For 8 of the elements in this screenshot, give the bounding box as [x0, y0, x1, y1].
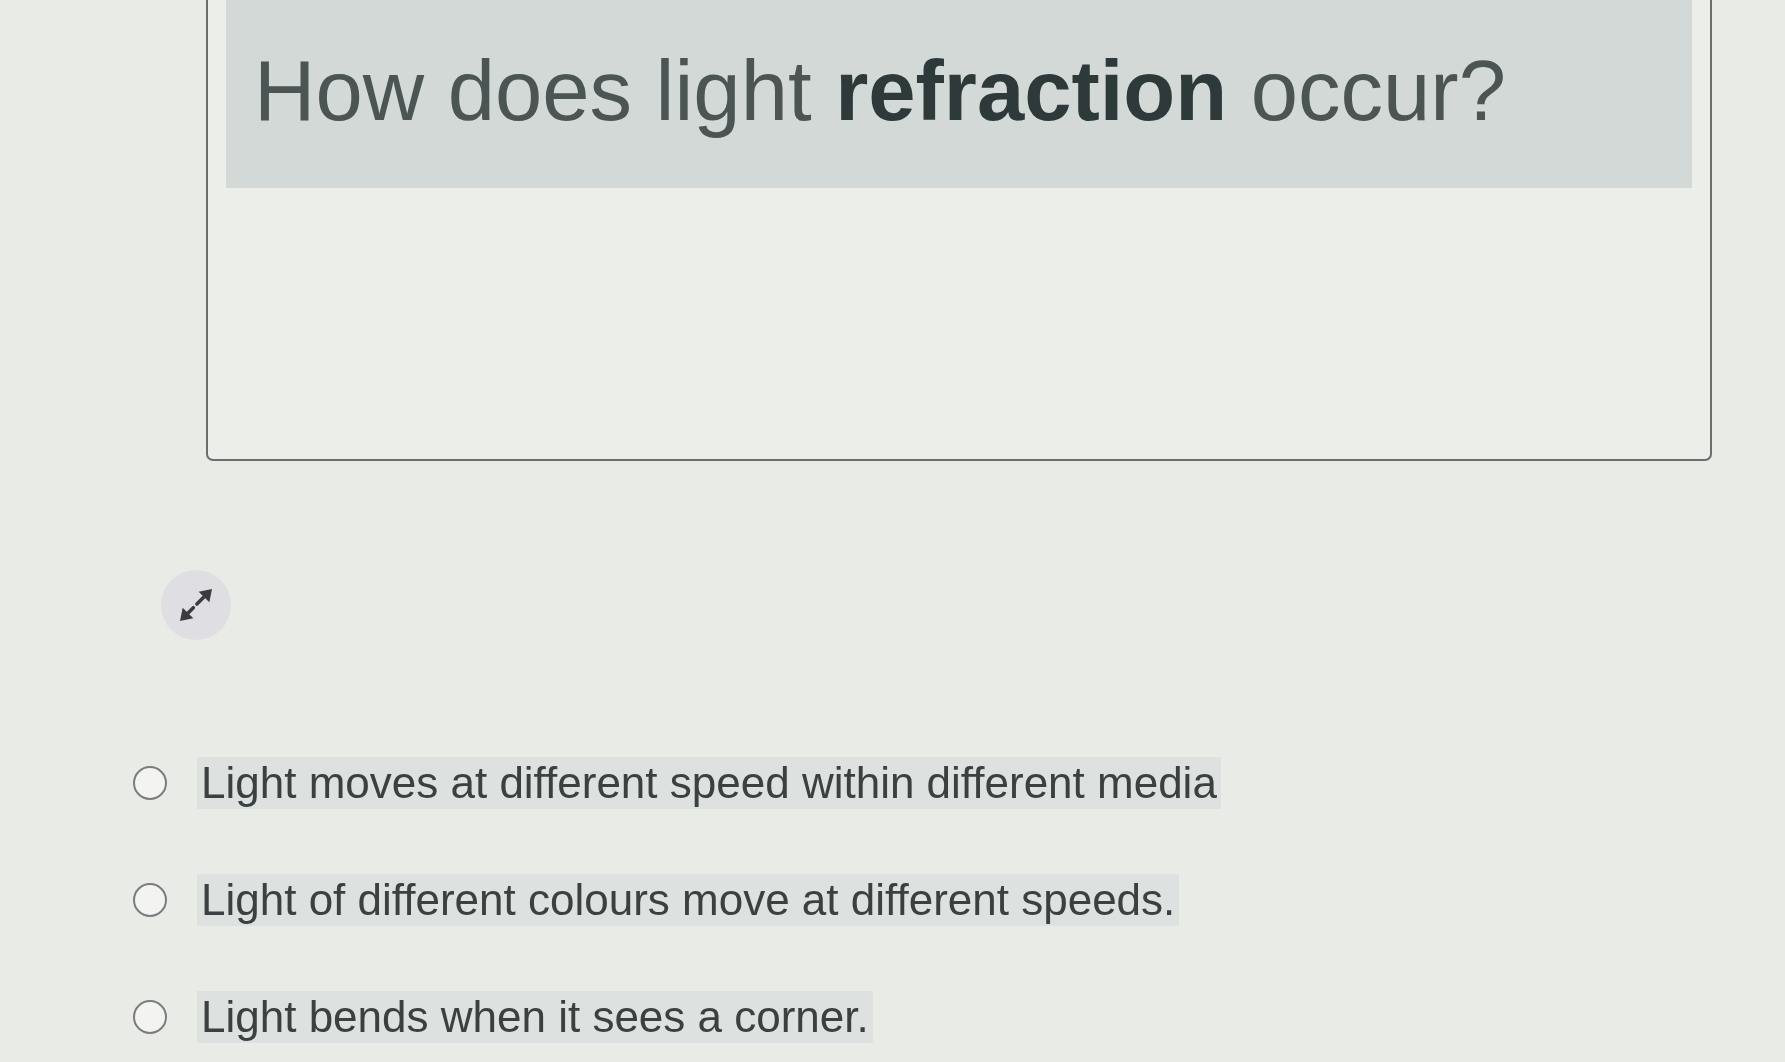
radio-button[interactable]: [133, 1000, 167, 1034]
option-label: Light bends when it sees a corner.: [197, 991, 873, 1043]
question-text: How does light refraction occur?: [254, 42, 1506, 140]
option-label: Light moves at different speed within different media: [197, 757, 1221, 809]
option-label: Light of different colours move at different speeds.: [197, 874, 1180, 926]
diagonal-arrows-icon: [180, 589, 212, 621]
radio-button[interactable]: [133, 883, 167, 917]
radio-button[interactable]: [133, 766, 167, 800]
